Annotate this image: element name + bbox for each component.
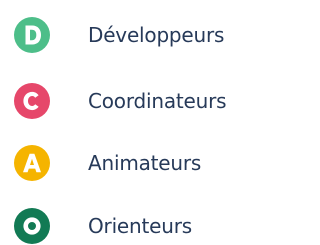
- legend-item-coordinateurs: Coordinateurs: [14, 83, 249, 119]
- letter-a-badge-svg: [14, 145, 50, 181]
- letter-d-badge-svg: [14, 17, 50, 53]
- letter-c-badge-svg: [14, 83, 50, 119]
- legend-label-animateurs: Animateurs: [88, 151, 202, 175]
- letter-a-badge-icon: [14, 145, 50, 181]
- letter-c-badge-icon: [14, 83, 50, 119]
- badge-circle: [14, 145, 50, 181]
- legend-label-developpeurs: Développeurs: [88, 23, 225, 47]
- legend-label-orienteurs: Orienteurs: [88, 214, 192, 238]
- legend-label-coordinateurs: Coordinateurs: [88, 89, 227, 113]
- badge-circle: [14, 17, 50, 53]
- letter-o-badge-svg: [14, 208, 50, 244]
- letter-d-badge-icon: [14, 17, 50, 53]
- legend-item-animateurs: Animateurs: [14, 145, 249, 181]
- badge-circle: [14, 208, 50, 244]
- role-legend: Développeurs Coordinateurs Animateurs Or…: [0, 0, 249, 245]
- badge-circle: [14, 83, 50, 119]
- legend-item-orienteurs: Orienteurs: [14, 208, 249, 244]
- legend-item-developpeurs: Développeurs: [14, 17, 249, 53]
- letter-o-badge-icon: [14, 208, 50, 244]
